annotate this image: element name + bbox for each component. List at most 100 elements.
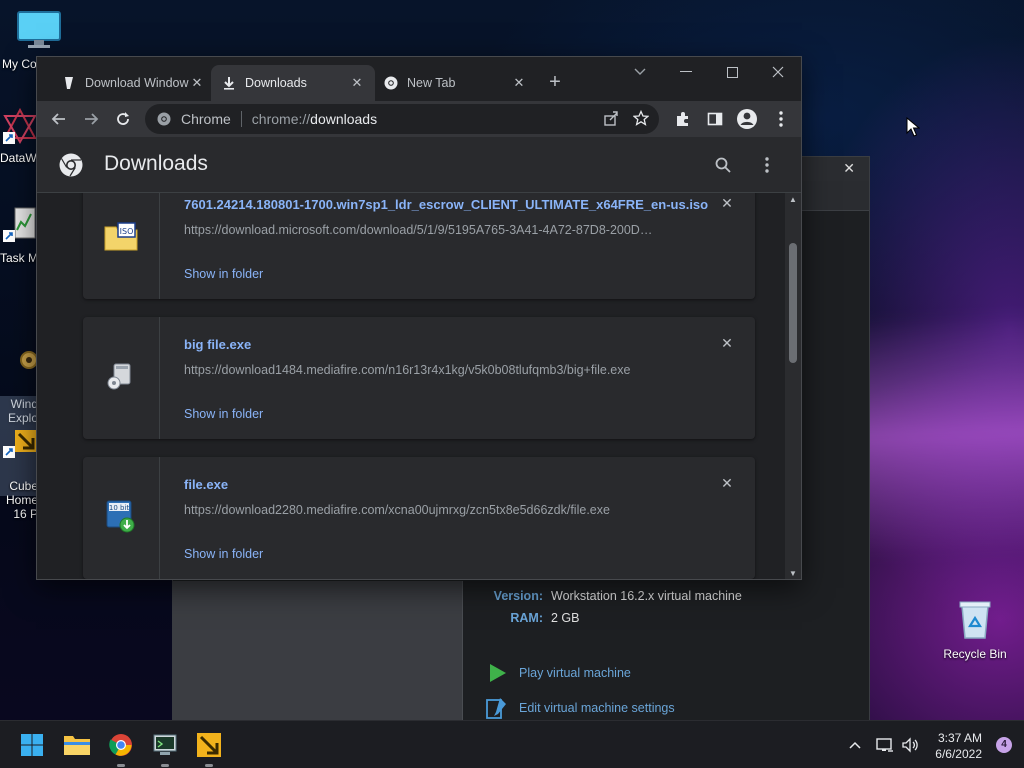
file-icon-column: ISO xyxy=(83,193,160,299)
show-hidden-icons-chevron-icon[interactable] xyxy=(846,741,864,749)
network-icon[interactable] xyxy=(872,737,898,753)
notification-badge[interactable]: 4 xyxy=(996,737,1012,753)
bookmark-star-icon[interactable] xyxy=(632,109,650,129)
running-indicator xyxy=(205,764,213,767)
file-icon-column xyxy=(83,317,160,439)
download-filename-link[interactable]: big file.exe xyxy=(184,337,251,352)
close-icon[interactable]: ✕ xyxy=(349,75,365,91)
reload-icon[interactable] xyxy=(109,105,137,133)
tab-strip: Download Windows ✕ Downloads ✕ New Tab ✕… xyxy=(37,57,801,101)
download-item: big file.exe https://download1484.mediaf… xyxy=(83,317,755,439)
tab-new-tab[interactable]: New Tab ✕ xyxy=(373,65,537,101)
show-in-folder-link[interactable]: Show in folder xyxy=(184,407,263,421)
close-window-icon[interactable] xyxy=(755,57,801,87)
tab-title: Download Windows xyxy=(85,76,189,90)
play-vm-link[interactable]: Play virtual machine xyxy=(485,655,675,690)
cube-app-taskbar-icon[interactable] xyxy=(193,729,225,767)
play-icon xyxy=(485,661,509,685)
scroll-down-arrow-icon[interactable]: ▼ xyxy=(785,567,801,579)
desktop-icon-label: Task M xyxy=(0,251,39,265)
remove-close-icon[interactable]: ✕ xyxy=(719,195,735,211)
downloads-header: Downloads xyxy=(37,137,801,193)
tab-title: New Tab xyxy=(407,76,456,90)
window-controls xyxy=(617,57,801,87)
terminal-app-icon[interactable] xyxy=(149,729,181,767)
close-icon[interactable]: ✕ xyxy=(843,160,855,177)
setup-icon: 10 bit xyxy=(105,499,137,538)
chrome-icon xyxy=(157,111,173,127)
scroll-up-arrow-icon[interactable]: ▲ xyxy=(785,193,801,207)
forward-arrow-icon[interactable] xyxy=(77,105,105,133)
download-item: ISO 7601.24214.180801-1700.win7sp1_ldr_e… xyxy=(83,193,755,299)
download-filename-link[interactable]: file.exe xyxy=(184,477,228,492)
remove-close-icon[interactable]: ✕ xyxy=(719,335,735,351)
svg-text:10 bit: 10 bit xyxy=(109,504,130,512)
remove-close-icon[interactable]: ✕ xyxy=(719,475,735,491)
desktop-icon-recycle-bin[interactable]: Recycle Bin xyxy=(938,598,1012,661)
vm-ram-value: 2 GB xyxy=(551,611,580,625)
file-explorer-icon[interactable] xyxy=(61,729,93,761)
installer-icon xyxy=(106,361,136,396)
browser-toolbar: Chrome chrome:// downloads xyxy=(37,101,801,137)
chrome-taskbar-icon[interactable] xyxy=(105,729,137,767)
search-icon[interactable] xyxy=(711,153,735,177)
running-indicator xyxy=(117,764,125,767)
close-icon[interactable]: ✕ xyxy=(511,75,527,91)
chrome-logo-icon xyxy=(59,153,83,182)
vm-actions: Play virtual machine Edit virtual machin… xyxy=(485,655,675,725)
vm-info: Version: Workstation 16.2.x virtual mach… xyxy=(487,585,742,629)
scrollbar-thumb[interactable] xyxy=(789,243,797,363)
profile-avatar-icon[interactable] xyxy=(733,105,761,133)
desktop-icon-task-manager[interactable]: Task M xyxy=(0,206,40,265)
page-icon xyxy=(61,75,77,91)
datawarrior-icon xyxy=(0,107,40,147)
download-url-link[interactable]: https://download2280.mediafire.com/xcna0… xyxy=(184,503,684,517)
kebab-menu-icon[interactable] xyxy=(767,105,795,133)
share-icon[interactable] xyxy=(603,110,619,129)
monitor-icon xyxy=(0,10,78,53)
tab-download-windows[interactable]: Download Windows ✕ xyxy=(51,65,215,101)
start-windows-icon[interactable] xyxy=(16,729,48,761)
address-scheme: chrome:// xyxy=(251,111,311,127)
downloads-scrollbar[interactable]: ▲ ▼ xyxy=(785,193,801,579)
back-arrow-icon[interactable] xyxy=(45,105,73,133)
show-in-folder-link[interactable]: Show in folder xyxy=(184,547,263,561)
settings-icon xyxy=(485,696,509,720)
tab-search-chevron-icon[interactable] xyxy=(617,57,663,87)
running-indicator xyxy=(161,764,169,767)
close-icon[interactable]: ✕ xyxy=(189,75,205,91)
desktop-icon-cube-home[interactable]: Cube Home 16 P xyxy=(0,396,40,521)
recycle-bin-icon xyxy=(938,598,1012,643)
taskbar-clock[interactable]: 3:37 AM 6/6/2022 xyxy=(935,730,982,762)
desktop-icon-datawarrior[interactable]: DataW xyxy=(0,107,40,165)
address-chip-label: Chrome xyxy=(181,111,231,127)
minimize-icon[interactable] xyxy=(663,57,709,87)
taskbar: 3:37 AM 6/6/2022 4 xyxy=(0,720,1024,768)
address-host: downloads xyxy=(310,111,378,127)
file-icon-column: 10 bit xyxy=(83,457,160,579)
vm-version-value: Workstation 16.2.x virtual machine xyxy=(551,589,742,603)
iso-file-icon: ISO xyxy=(104,221,138,256)
address-bar[interactable]: Chrome chrome:// downloads xyxy=(145,104,659,134)
download-url-link[interactable]: https://download.microsoft.com/download/… xyxy=(184,223,684,237)
cube-app-icon xyxy=(0,414,40,461)
volume-icon[interactable] xyxy=(898,737,922,753)
show-in-folder-link[interactable]: Show in folder xyxy=(184,267,263,281)
download-icon xyxy=(221,75,237,91)
side-panel-icon[interactable] xyxy=(701,105,729,133)
vm-version-row: Version: Workstation 16.2.x virtual mach… xyxy=(487,585,742,607)
extensions-puzzle-icon[interactable] xyxy=(669,105,697,133)
maximize-icon[interactable] xyxy=(709,57,755,87)
more-options-icon[interactable] xyxy=(755,153,779,177)
download-url-link[interactable]: https://download1484.mediafire.com/n16r1… xyxy=(184,363,684,377)
download-filename-link[interactable]: 7601.24214.180801-1700.win7sp1_ldr_escro… xyxy=(184,197,708,212)
desktop-icon-label: Cube Home 16 P xyxy=(5,479,38,521)
vm-version-key: Version: xyxy=(493,589,543,603)
edit-vm-settings-label: Edit virtual machine settings xyxy=(519,700,675,715)
new-tab-plus-icon[interactable]: + xyxy=(543,71,567,94)
gear-folder-icon xyxy=(0,334,40,379)
play-vm-label: Play virtual machine xyxy=(519,665,631,680)
tab-downloads[interactable]: Downloads ✕ xyxy=(211,65,375,101)
downloads-list: ISO 7601.24214.180801-1700.win7sp1_ldr_e… xyxy=(37,193,787,579)
system-tray xyxy=(846,721,922,768)
